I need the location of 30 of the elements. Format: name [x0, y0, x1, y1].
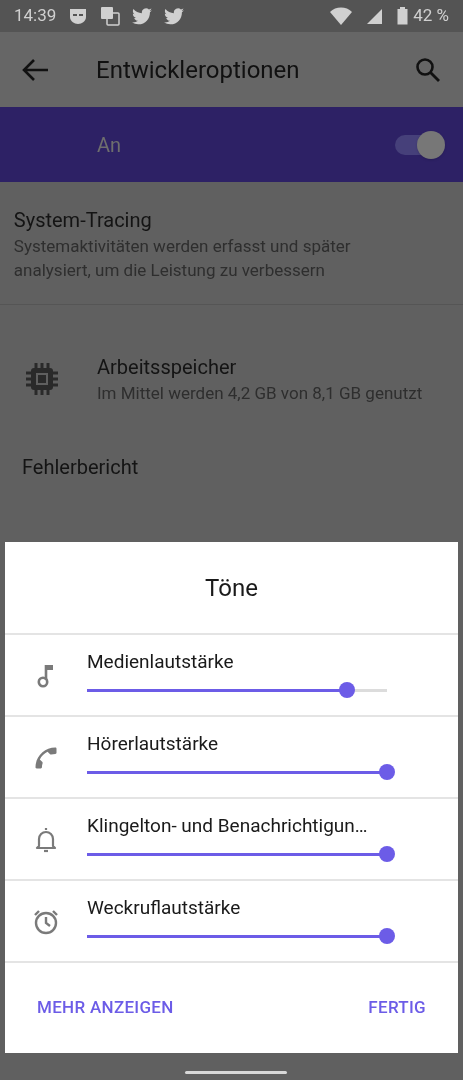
slider-thumb[interactable] [379, 846, 395, 862]
slider-thumb[interactable] [379, 764, 395, 780]
slider-label: Medienlautstärke [87, 649, 235, 675]
alarm-clock-icon [32, 908, 60, 936]
bird-icon [164, 7, 185, 25]
done-button[interactable]: FERTIG [368, 995, 426, 1021]
setting-title[interactable]: Arbeitsspeicher [97, 353, 423, 381]
slider-label: Weckruflautstärke [87, 895, 242, 921]
status-time: 14:39 [14, 4, 57, 28]
wifi-icon [329, 6, 354, 26]
bird-icon [132, 7, 153, 25]
chip-icon [25, 362, 59, 396]
slider-thumb[interactable] [379, 928, 395, 944]
mask-icon [68, 7, 89, 25]
slider-label: Hörerlautstärke [87, 731, 220, 757]
translate-icon [100, 6, 121, 26]
setting-title[interactable]: Fehlerbericht [22, 453, 139, 481]
battery-percent: 42 % [413, 4, 449, 28]
screen-title: Entwickleroptionen [96, 54, 301, 86]
dialog-title: Töne [5, 542, 458, 635]
show-more-button[interactable]: MEHR ANZEIGEN [37, 995, 174, 1021]
music-note-icon [37, 663, 55, 689]
slider-label: Klingelton- und Benachrichtigun… [87, 813, 369, 839]
bell-icon [34, 826, 58, 854]
switch-label: An [97, 131, 123, 159]
slider-thumb[interactable] [339, 682, 356, 698]
setting-title[interactable]: System-Tracing [13, 206, 423, 234]
search-icon[interactable] [415, 56, 441, 83]
battery-icon [397, 7, 409, 25]
back-arrow-icon[interactable] [22, 57, 50, 82]
